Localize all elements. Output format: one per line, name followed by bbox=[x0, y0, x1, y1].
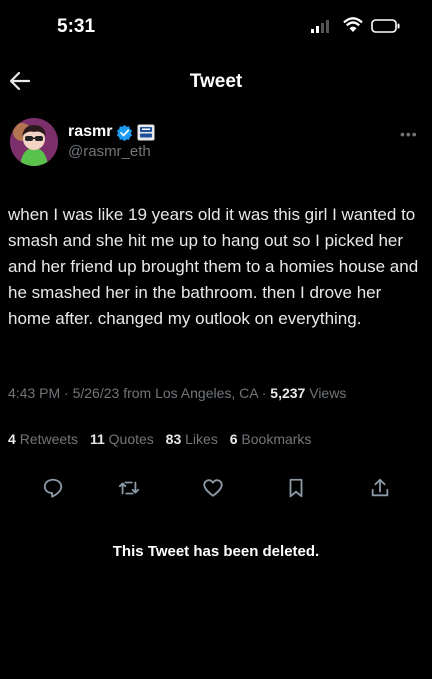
tweet-source: from Los Angeles, CA bbox=[123, 385, 258, 401]
separator: · bbox=[261, 385, 271, 401]
retweets-count: 4 bbox=[8, 431, 16, 447]
tweet-date: 5/26/23 bbox=[72, 385, 120, 401]
quotes-count: 11 bbox=[89, 431, 105, 447]
page-title: Tweet bbox=[189, 71, 243, 92]
author-handle[interactable]: @rasmr_eth bbox=[68, 143, 151, 160]
author-name-row[interactable]: rasmr bbox=[68, 123, 155, 141]
engagement-stats: 4 Retweets 11 Quotes 83 Likes 6 Bookmark… bbox=[8, 431, 319, 447]
likes-label: Likes bbox=[185, 431, 218, 447]
battery-icon bbox=[371, 19, 400, 33]
quotes-label: Quotes bbox=[108, 431, 154, 447]
tweet-metadata: 4:43 PM · 5/26/23 from Los Angeles, CA ·… bbox=[8, 385, 346, 401]
avatar-illustration-icon bbox=[10, 118, 58, 166]
status-time: 5:31 bbox=[57, 16, 96, 37]
reply-icon[interactable] bbox=[42, 477, 64, 499]
bookmarks-count: 6 bbox=[229, 431, 238, 447]
deleted-notice: This Tweet has been deleted. bbox=[112, 543, 320, 560]
share-icon[interactable] bbox=[369, 477, 391, 499]
bookmark-icon[interactable] bbox=[285, 477, 307, 499]
retweet-icon[interactable] bbox=[118, 477, 140, 499]
top-nav: Tweet bbox=[0, 58, 432, 106]
affiliate-badge-icon bbox=[137, 124, 155, 140]
verified-badge-icon bbox=[117, 124, 133, 141]
likes-count: 83 bbox=[165, 431, 182, 447]
more-options-icon[interactable]: ••• bbox=[400, 126, 418, 142]
author-name[interactable]: rasmr bbox=[68, 123, 112, 141]
signal-icon bbox=[311, 20, 329, 33]
bookmarks-stat[interactable]: 6 Bookmarks bbox=[230, 431, 312, 447]
like-icon[interactable] bbox=[202, 477, 224, 499]
tweet-time: 4:43 PM bbox=[8, 385, 61, 401]
bookmarks-label: Bookmarks bbox=[241, 431, 312, 447]
views-count[interactable]: 5,237 bbox=[270, 385, 305, 401]
avatar[interactable] bbox=[10, 118, 58, 166]
tweet-text: when I was like 19 years old it was this… bbox=[8, 205, 419, 328]
quotes-stat[interactable]: 11 Quotes bbox=[90, 431, 154, 447]
wifi-icon bbox=[343, 17, 363, 32]
retweets-label: Retweets bbox=[19, 431, 79, 447]
status-bar: 5:31 bbox=[0, 0, 432, 50]
separator: · bbox=[64, 385, 73, 401]
likes-stat[interactable]: 83 Likes bbox=[166, 431, 218, 447]
retweets-stat[interactable]: 4 Retweets bbox=[8, 431, 78, 447]
views-label: Views bbox=[309, 385, 347, 401]
action-bar bbox=[0, 477, 432, 499]
